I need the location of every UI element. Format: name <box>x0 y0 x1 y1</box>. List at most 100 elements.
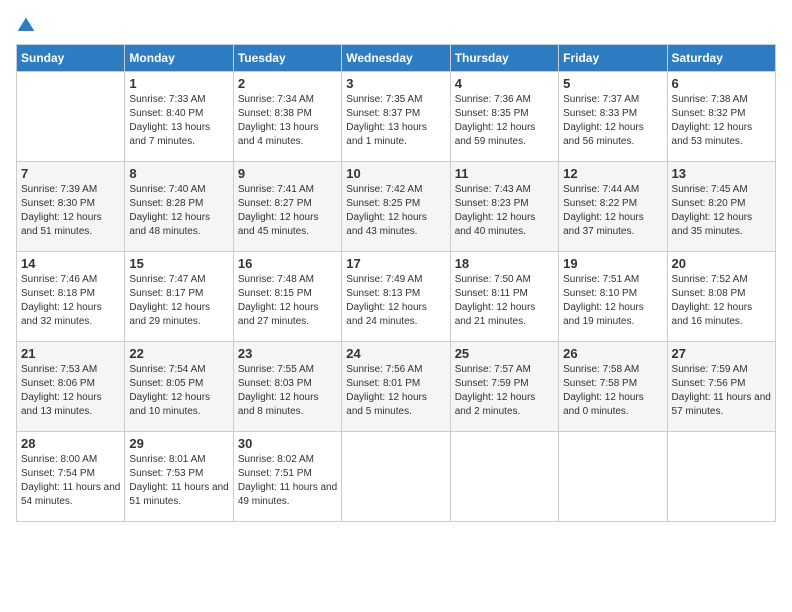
day-number: 24 <box>346 346 445 361</box>
cell-info: Sunrise: 7:53 AMSunset: 8:06 PMDaylight:… <box>21 363 120 419</box>
day-number: 16 <box>238 256 337 271</box>
calendar-cell: 12 Sunrise: 7:44 AMSunset: 8:22 PMDayligh… <box>559 162 667 252</box>
calendar-cell: 5 Sunrise: 7:37 AMSunset: 8:33 PMDaylight… <box>559 72 667 162</box>
cell-info: Sunrise: 7:44 AMSunset: 8:22 PMDaylight:… <box>563 183 662 239</box>
cell-info: Sunrise: 7:49 AMSunset: 8:13 PMDaylight:… <box>346 273 445 329</box>
day-number: 23 <box>238 346 337 361</box>
calendar-cell: 22 Sunrise: 7:54 AMSunset: 8:05 PMDayligh… <box>125 342 233 432</box>
day-number: 8 <box>129 166 228 181</box>
day-number: 3 <box>346 76 445 91</box>
cell-info: Sunrise: 7:52 AMSunset: 8:08 PMDaylight:… <box>672 273 771 329</box>
cell-info: Sunrise: 7:38 AMSunset: 8:32 PMDaylight:… <box>672 93 771 149</box>
cell-info: Sunrise: 8:00 AMSunset: 7:54 PMDaylight:… <box>21 453 120 509</box>
week-row-4: 28 Sunrise: 8:00 AMSunset: 7:54 PMDayligh… <box>17 432 776 522</box>
week-row-1: 7Sunrise: 7:39 AMSunset: 8:30 PMDaylight… <box>17 162 776 252</box>
calendar-cell: 9 Sunrise: 7:41 AMSunset: 8:27 PMDaylight… <box>233 162 341 252</box>
day-number: 25 <box>455 346 554 361</box>
calendar-cell: 27Sunrise: 7:59 AMSunset: 7:56 PMDayligh… <box>667 342 775 432</box>
day-number: 9 <box>238 166 337 181</box>
day-number: 11 <box>455 166 554 181</box>
calendar-table: SundayMondayTuesdayWednesdayThursdayFrid… <box>16 44 776 522</box>
cell-info: Sunrise: 7:35 AMSunset: 8:37 PMDaylight:… <box>346 93 445 149</box>
logo-text <box>16 16 40 36</box>
calendar-cell <box>342 432 450 522</box>
cell-info: Sunrise: 8:02 AMSunset: 7:51 PMDaylight:… <box>238 453 337 509</box>
cell-info: Sunrise: 7:45 AMSunset: 8:20 PMDaylight:… <box>672 183 771 239</box>
day-number: 22 <box>129 346 228 361</box>
calendar-header-row: SundayMondayTuesdayWednesdayThursdayFrid… <box>17 45 776 72</box>
day-number: 7 <box>21 166 120 181</box>
col-header-wednesday: Wednesday <box>342 45 450 72</box>
cell-info: Sunrise: 7:54 AMSunset: 8:05 PMDaylight:… <box>129 363 228 419</box>
col-header-tuesday: Tuesday <box>233 45 341 72</box>
day-number: 17 <box>346 256 445 271</box>
calendar-cell: 4Sunrise: 7:36 AMSunset: 8:35 PMDaylight… <box>450 72 558 162</box>
calendar-cell: 1 Sunrise: 7:33 AMSunset: 8:40 PMDaylight… <box>125 72 233 162</box>
cell-info: Sunrise: 7:37 AMSunset: 8:33 PMDaylight:… <box>563 93 662 149</box>
cell-info: Sunrise: 7:58 AMSunset: 7:58 PMDaylight:… <box>563 363 662 419</box>
cell-info: Sunrise: 7:51 AMSunset: 8:10 PMDaylight:… <box>563 273 662 329</box>
col-header-friday: Friday <box>559 45 667 72</box>
logo-icon <box>16 16 36 36</box>
week-row-2: 14 Sunrise: 7:46 AMSunset: 8:18 PMDayligh… <box>17 252 776 342</box>
day-number: 2 <box>238 76 337 91</box>
calendar-cell: 29Sunrise: 8:01 AMSunset: 7:53 PMDayligh… <box>125 432 233 522</box>
day-number: 4 <box>455 76 554 91</box>
calendar-cell: 20 Sunrise: 7:52 AMSunset: 8:08 PMDayligh… <box>667 252 775 342</box>
day-number: 10 <box>346 166 445 181</box>
cell-info: Sunrise: 7:47 AMSunset: 8:17 PMDaylight:… <box>129 273 228 329</box>
cell-info: Sunrise: 7:59 AMSunset: 7:56 PMDaylight:… <box>672 363 771 419</box>
calendar-cell <box>450 432 558 522</box>
day-number: 21 <box>21 346 120 361</box>
calendar-cell <box>667 432 775 522</box>
calendar-cell: 25Sunrise: 7:57 AMSunset: 7:59 PMDayligh… <box>450 342 558 432</box>
cell-info: Sunrise: 7:33 AMSunset: 8:40 PMDaylight:… <box>129 93 228 149</box>
cell-info: Sunrise: 7:56 AMSunset: 8:01 PMDaylight:… <box>346 363 445 419</box>
calendar-cell: 24 Sunrise: 7:56 AMSunset: 8:01 PMDayligh… <box>342 342 450 432</box>
logo <box>16 16 40 36</box>
cell-info: Sunrise: 7:40 AMSunset: 8:28 PMDaylight:… <box>129 183 228 239</box>
calendar-cell: 28 Sunrise: 8:00 AMSunset: 7:54 PMDayligh… <box>17 432 125 522</box>
cell-info: Sunrise: 7:55 AMSunset: 8:03 PMDaylight:… <box>238 363 337 419</box>
col-header-saturday: Saturday <box>667 45 775 72</box>
cell-info: Sunrise: 7:42 AMSunset: 8:25 PMDaylight:… <box>346 183 445 239</box>
calendar-cell: 18Sunrise: 7:50 AMSunset: 8:11 PMDayligh… <box>450 252 558 342</box>
day-number: 20 <box>672 256 771 271</box>
cell-info: Sunrise: 7:41 AMSunset: 8:27 PMDaylight:… <box>238 183 337 239</box>
day-number: 1 <box>129 76 228 91</box>
day-number: 5 <box>563 76 662 91</box>
day-number: 14 <box>21 256 120 271</box>
day-number: 28 <box>21 436 120 451</box>
calendar-cell: 8 Sunrise: 7:40 AMSunset: 8:28 PMDaylight… <box>125 162 233 252</box>
day-number: 26 <box>563 346 662 361</box>
calendar-cell: 21 Sunrise: 7:53 AMSunset: 8:06 PMDayligh… <box>17 342 125 432</box>
col-header-thursday: Thursday <box>450 45 558 72</box>
calendar-cell: 30 Sunrise: 8:02 AMSunset: 7:51 PMDayligh… <box>233 432 341 522</box>
col-header-sunday: Sunday <box>17 45 125 72</box>
calendar-cell: 15 Sunrise: 7:47 AMSunset: 8:17 PMDayligh… <box>125 252 233 342</box>
day-number: 19 <box>563 256 662 271</box>
cell-info: Sunrise: 7:46 AMSunset: 8:18 PMDaylight:… <box>21 273 120 329</box>
calendar-cell: 17 Sunrise: 7:49 AMSunset: 8:13 PMDayligh… <box>342 252 450 342</box>
col-header-monday: Monday <box>125 45 233 72</box>
cell-info: Sunrise: 7:50 AMSunset: 8:11 PMDaylight:… <box>455 273 554 329</box>
calendar-cell: 14 Sunrise: 7:46 AMSunset: 8:18 PMDayligh… <box>17 252 125 342</box>
calendar-cell <box>17 72 125 162</box>
calendar-cell: 16Sunrise: 7:48 AMSunset: 8:15 PMDayligh… <box>233 252 341 342</box>
day-number: 12 <box>563 166 662 181</box>
day-number: 6 <box>672 76 771 91</box>
day-number: 30 <box>238 436 337 451</box>
calendar-cell: 6 Sunrise: 7:38 AMSunset: 8:32 PMDaylight… <box>667 72 775 162</box>
calendar-cell: 11Sunrise: 7:43 AMSunset: 8:23 PMDayligh… <box>450 162 558 252</box>
day-number: 13 <box>672 166 771 181</box>
cell-info: Sunrise: 7:34 AMSunset: 8:38 PMDaylight:… <box>238 93 337 149</box>
week-row-0: 1 Sunrise: 7:33 AMSunset: 8:40 PMDaylight… <box>17 72 776 162</box>
calendar-cell: 7Sunrise: 7:39 AMSunset: 8:30 PMDaylight… <box>17 162 125 252</box>
day-number: 15 <box>129 256 228 271</box>
calendar-cell: 3 Sunrise: 7:35 AMSunset: 8:37 PMDaylight… <box>342 72 450 162</box>
calendar-cell <box>559 432 667 522</box>
calendar-cell: 13 Sunrise: 7:45 AMSunset: 8:20 PMDayligh… <box>667 162 775 252</box>
calendar-cell: 10 Sunrise: 7:42 AMSunset: 8:25 PMDayligh… <box>342 162 450 252</box>
page-header <box>16 16 776 36</box>
calendar-cell: 19 Sunrise: 7:51 AMSunset: 8:10 PMDayligh… <box>559 252 667 342</box>
